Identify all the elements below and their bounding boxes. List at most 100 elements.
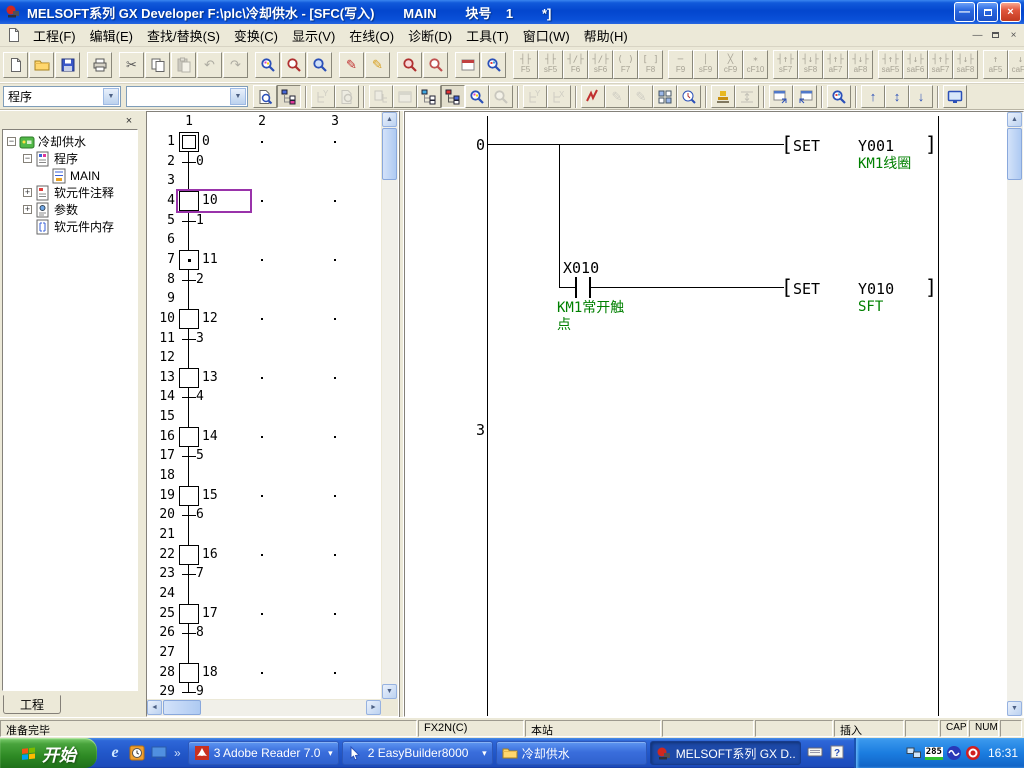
scroll-right-icon[interactable]: ► — [366, 700, 381, 715]
task-folder[interactable]: 冷却供水 — [496, 741, 647, 765]
ladder-find-button[interactable] — [481, 52, 506, 78]
scrollbar-thumb[interactable] — [1007, 128, 1022, 180]
coil-find-button[interactable] — [423, 52, 448, 78]
tray-wave-icon[interactable] — [946, 745, 962, 761]
scroll-down-icon[interactable]: ▼ — [382, 684, 397, 699]
start-button[interactable]: 开始 — [0, 738, 97, 768]
chevron-down-icon[interactable]: ▼ — [230, 88, 246, 105]
menu-item-6[interactable]: 诊断(D) — [401, 23, 459, 48]
scroll-left-icon[interactable]: ◄ — [147, 700, 162, 715]
sfc-zoom-edit-button[interactable] — [441, 85, 465, 108]
program-convert-button[interactable] — [581, 85, 605, 108]
project-tab[interactable]: 工程 — [3, 695, 61, 714]
copy-button[interactable] — [145, 52, 170, 78]
save-project-button[interactable] — [55, 52, 80, 78]
cut-button[interactable]: ✂ — [119, 52, 144, 78]
sfc-horizontal-scrollbar[interactable]: ◄ ► — [147, 700, 381, 716]
ladder-symbol-key: cF10 — [747, 65, 765, 74]
restore-button[interactable] — [977, 2, 998, 22]
sfc-diagram-view-icon — [421, 89, 438, 105]
clock-app-icon[interactable] — [128, 744, 146, 762]
scrollbar-thumb[interactable] — [163, 700, 201, 715]
sfc-vertical-scrollbar[interactable]: ▲ ▼ — [382, 112, 398, 699]
monitor-mode-button[interactable] — [943, 85, 967, 108]
close-button[interactable]: × — [1000, 2, 1021, 22]
instruction-find-button[interactable] — [307, 52, 332, 78]
tray-network-icon[interactable] — [906, 745, 922, 761]
menu-item-0[interactable]: 工程(F) — [26, 23, 83, 48]
tree-item-project-root[interactable]: −冷却供水 — [5, 133, 137, 150]
task-adobe-reader[interactable]: 3 Adobe Reader 7.0▾ — [188, 741, 339, 765]
monitor-start-stop-button[interactable] — [677, 85, 701, 108]
tray-stop-icon[interactable] — [965, 745, 981, 761]
sfc-diagram-area[interactable]: 1231020341051671182910121131213131441516… — [147, 112, 381, 699]
chevron-down-icon[interactable]: ▼ — [103, 88, 119, 105]
menu-item-8[interactable]: 窗口(W) — [516, 23, 577, 48]
child-restore-button[interactable] — [987, 28, 1004, 43]
device-y001: Y001 — [858, 137, 894, 155]
new-project-button[interactable] — [3, 52, 28, 78]
scroll-down-icon[interactable]: ▼ — [1007, 701, 1022, 716]
window-switch-button[interactable] — [455, 52, 480, 78]
block-combo[interactable]: ▼ — [126, 86, 248, 107]
comment-edit-button[interactable]: ✎ — [339, 52, 364, 78]
panel-grip[interactable]: × — [2, 113, 138, 129]
device-find-button[interactable] — [281, 52, 306, 78]
child-close-button[interactable]: × — [1005, 28, 1022, 43]
menu-item-5[interactable]: 在线(O) — [342, 23, 401, 48]
task-melsoft[interactable]: MELSOFT系列 GX D... — [650, 741, 801, 765]
tree-item-parameter[interactable]: +参数 — [5, 201, 137, 218]
tree-item-device-memory[interactable]: 软元件内存 — [5, 218, 137, 235]
find-device-sfc-button[interactable] — [827, 85, 851, 108]
open-block-window-button[interactable] — [793, 85, 817, 108]
tree-expander-icon[interactable]: − — [7, 137, 16, 146]
open-zoom-window-button[interactable] — [769, 85, 793, 108]
statement-edit-button[interactable]: ✎ — [365, 52, 390, 78]
panel-close-icon[interactable]: × — [122, 115, 136, 128]
menu-item-1[interactable]: 编辑(E) — [83, 23, 140, 48]
ladder-vertical-scrollbar[interactable]: ▲ ▼ — [1007, 112, 1023, 716]
tree-item-device-comment[interactable]: +软元件注释 — [5, 184, 137, 201]
keyboard-icon[interactable] — [807, 744, 826, 762]
align-middle-button[interactable]: ↕ — [885, 85, 909, 108]
tree-item-program-folder[interactable]: −程序 — [5, 150, 137, 167]
tree-expander-icon[interactable]: − — [23, 154, 32, 163]
menu-item-3[interactable]: 变换(C) — [227, 23, 285, 48]
open-project-button[interactable] — [29, 52, 54, 78]
child-minimize-button[interactable]: — — [969, 28, 986, 43]
chevron-down-icon[interactable]: ▾ — [328, 748, 333, 759]
contact-find-button[interactable] — [397, 52, 422, 78]
scroll-up-icon[interactable]: ▲ — [1007, 112, 1022, 127]
desktop-app-icon[interactable] — [150, 744, 168, 762]
menu-item-9[interactable]: 帮助(H) — [577, 23, 635, 48]
tray-counter-icon[interactable]: 285 — [925, 747, 943, 760]
device-test-button[interactable] — [711, 85, 735, 108]
sfc-block-list-button[interactable] — [277, 85, 301, 108]
minimize-button[interactable]: — — [954, 2, 975, 22]
sfc-diagram-view-button[interactable] — [417, 85, 441, 108]
program-display-button[interactable] — [253, 85, 277, 108]
tree-item-main-program[interactable]: MAIN — [5, 167, 137, 184]
print-button[interactable] — [87, 52, 112, 78]
find-step-button[interactable] — [465, 85, 489, 108]
help-icon[interactable]: ? — [829, 744, 848, 762]
internet-explorer-icon[interactable]: e — [106, 744, 124, 762]
tree-expander-icon[interactable]: + — [23, 205, 32, 214]
align-down-button[interactable]: ↓ — [909, 85, 933, 108]
menu-item-2[interactable]: 查找/替换(S) — [140, 23, 227, 48]
align-up-button[interactable]: ↑ — [861, 85, 885, 108]
ladder-edit-area[interactable]: 0 3 [ SET Y001 ] KM1线圈 X010 KM1常开触点 [ SE… — [405, 112, 1007, 716]
menu-item-4[interactable]: 显示(V) — [285, 23, 342, 48]
open-zoom-window-icon — [773, 89, 790, 105]
task-easybuilder[interactable]: 2 EasyBuilder8000▾ — [342, 741, 493, 765]
chevron-more-icon[interactable]: » — [174, 746, 181, 760]
chevron-down-icon[interactable]: ▾ — [482, 748, 487, 759]
menu-item-7[interactable]: 工具(T) — [459, 23, 516, 48]
tree-expander-icon[interactable]: + — [23, 188, 32, 197]
find-replace-button[interactable] — [255, 52, 280, 78]
sfc-transition — [182, 339, 196, 340]
block-parts-button[interactable] — [653, 85, 677, 108]
scrollbar-thumb[interactable] — [382, 128, 397, 180]
scroll-up-icon[interactable]: ▲ — [382, 112, 397, 127]
data-kind-combo[interactable]: 程序▼ — [3, 86, 121, 107]
